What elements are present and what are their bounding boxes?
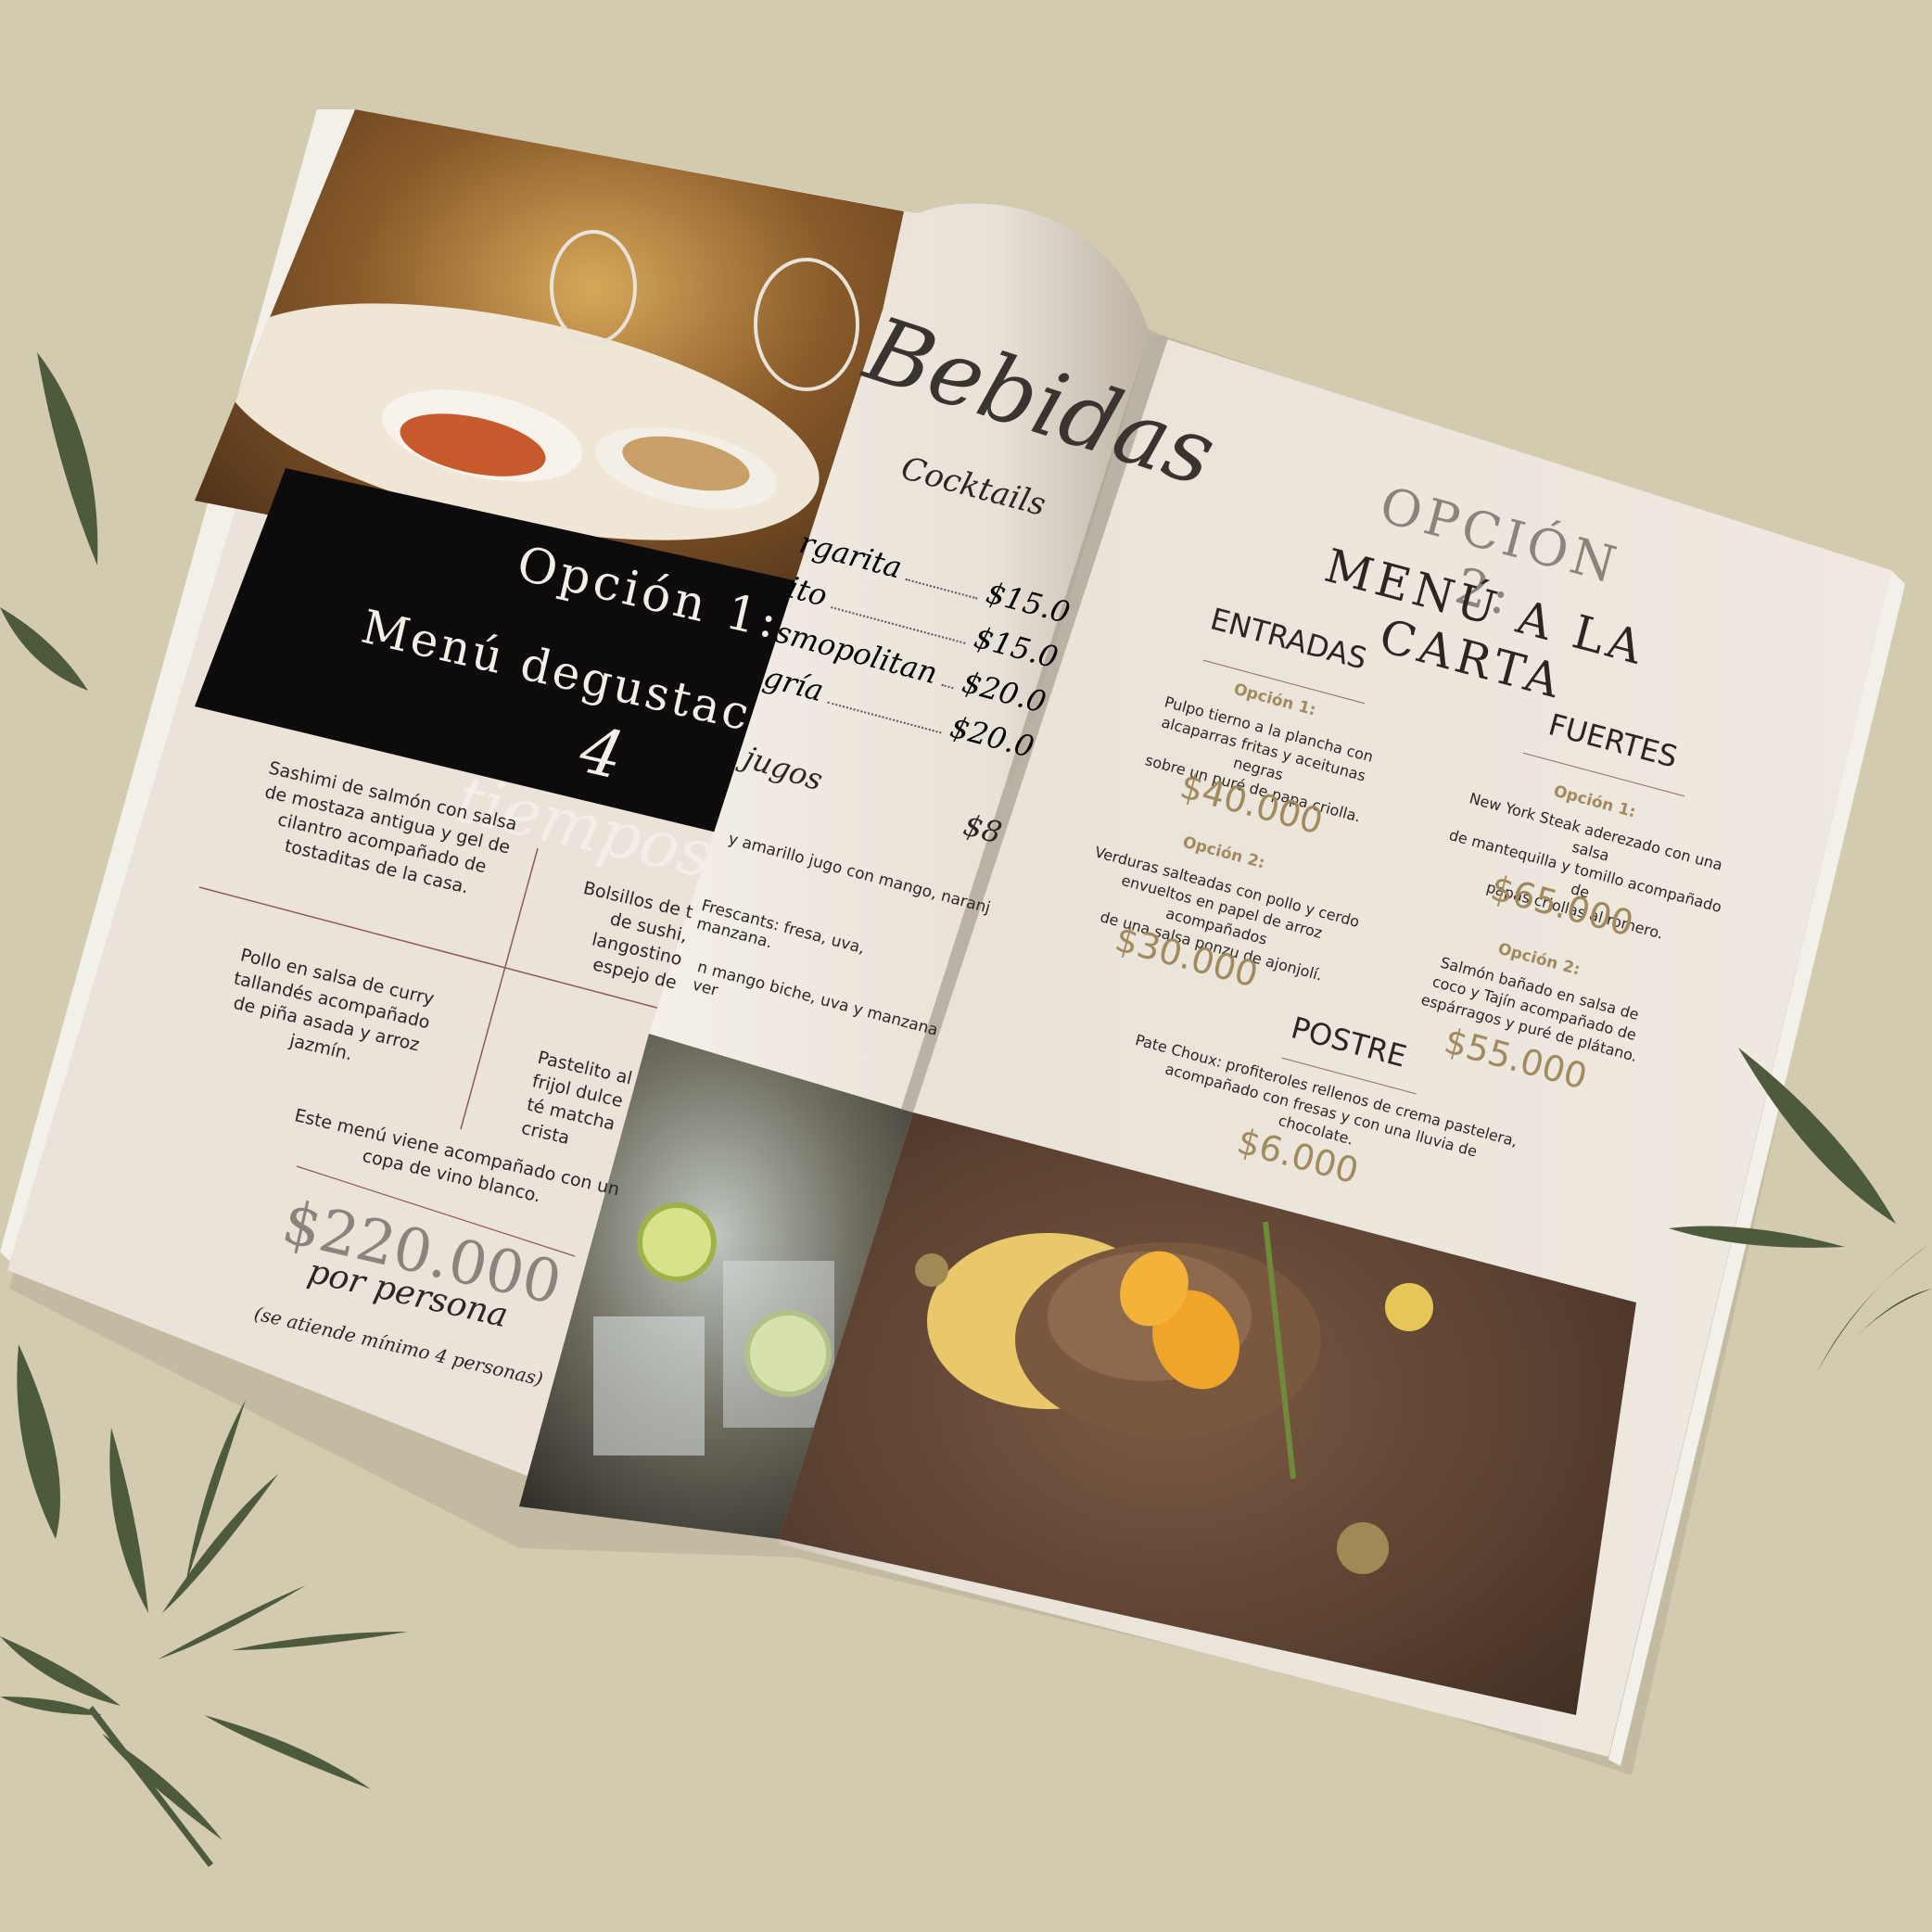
- magazine-scene: [0, 109, 1932, 1867]
